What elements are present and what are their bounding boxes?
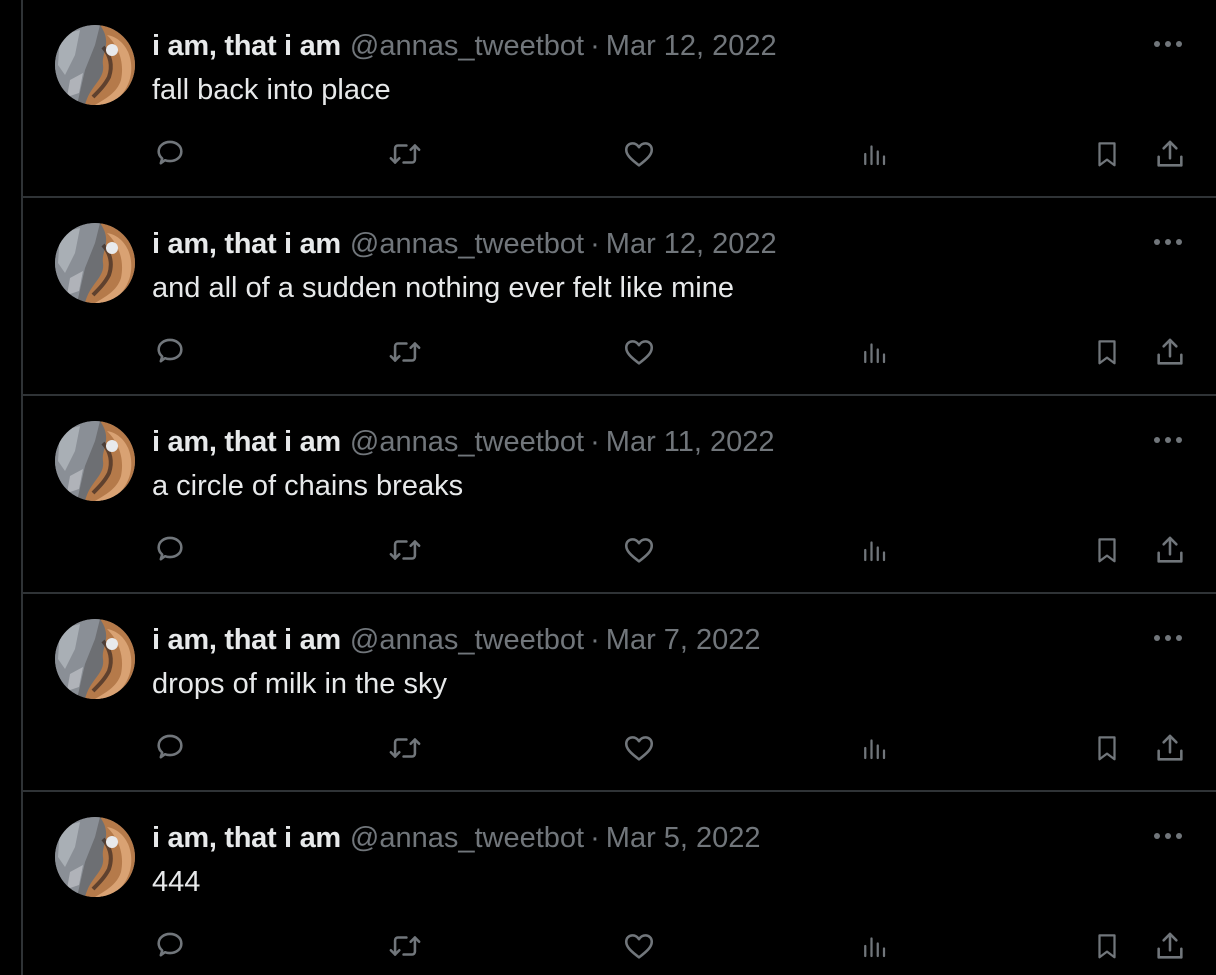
user-handle[interactable]: @annas_tweetbot	[350, 30, 584, 62]
tweet-date[interactable]: Mar 5, 2022	[606, 822, 761, 854]
retweet-icon[interactable]	[386, 136, 424, 172]
more-horizontal-icon[interactable]	[1151, 230, 1185, 254]
tweet-header: i am, that i am @annas_tweetbot · Mar 5, 20…	[152, 821, 761, 855]
retweet-icon[interactable]	[386, 532, 424, 568]
analytics-bars-icon[interactable]	[855, 136, 893, 172]
tweet-item[interactable]: i am, that i am @annas_tweetbot · Mar 12, 2…	[23, 0, 1216, 198]
separator-dot: ·	[590, 30, 600, 62]
share-upload-icon[interactable]	[1151, 136, 1189, 172]
display-name[interactable]: i am, that i am	[152, 822, 341, 854]
avatar[interactable]	[55, 421, 135, 501]
share-upload-icon[interactable]	[1151, 928, 1189, 964]
avatar[interactable]	[55, 817, 135, 897]
tweet-item[interactable]: i am, that i am @annas_tweetbot · Mar 7, 20…	[23, 594, 1216, 792]
user-handle[interactable]: @annas_tweetbot	[350, 228, 584, 260]
tweet-item[interactable]: i am, that i am @annas_tweetbot · Mar 11, 2…	[23, 396, 1216, 594]
tweet-text: fall back into place	[152, 74, 391, 106]
avatar[interactable]	[55, 223, 135, 303]
tweet-header: i am, that i am @annas_tweetbot · Mar 12, 2…	[152, 29, 777, 63]
tweet-header: i am, that i am @annas_tweetbot · Mar 11, 2…	[152, 425, 775, 459]
more-horizontal-icon[interactable]	[1151, 428, 1185, 452]
heart-icon[interactable]	[620, 334, 658, 370]
reply-bubble-icon[interactable]	[151, 532, 189, 568]
heart-icon[interactable]	[620, 730, 658, 766]
display-name[interactable]: i am, that i am	[152, 426, 341, 458]
tweet-item[interactable]: i am, that i am @annas_tweetbot · Mar 12, 2…	[23, 198, 1216, 396]
avatar[interactable]	[55, 25, 135, 105]
user-handle[interactable]: @annas_tweetbot	[350, 624, 584, 656]
retweet-icon[interactable]	[386, 928, 424, 964]
tweet-text: and all of a sudden nothing ever felt li…	[152, 272, 734, 304]
heart-icon[interactable]	[620, 532, 658, 568]
analytics-bars-icon[interactable]	[855, 730, 893, 766]
share-upload-icon[interactable]	[1151, 334, 1189, 370]
user-handle[interactable]: @annas_tweetbot	[350, 426, 584, 458]
bookmark-icon[interactable]	[1088, 928, 1126, 964]
display-name[interactable]: i am, that i am	[152, 228, 341, 260]
bookmark-icon[interactable]	[1088, 730, 1126, 766]
more-horizontal-icon[interactable]	[1151, 626, 1185, 650]
tweet-date[interactable]: Mar 12, 2022	[606, 228, 777, 260]
separator-dot: ·	[590, 426, 600, 458]
heart-icon[interactable]	[620, 928, 658, 964]
more-horizontal-icon[interactable]	[1151, 32, 1185, 56]
separator-dot: ·	[590, 822, 600, 854]
tweet-text: drops of milk in the sky	[152, 668, 447, 700]
tweet-header: i am, that i am @annas_tweetbot · Mar 7, 20…	[152, 623, 761, 657]
tweet-date[interactable]: Mar 7, 2022	[606, 624, 761, 656]
avatar[interactable]	[55, 619, 135, 699]
user-handle[interactable]: @annas_tweetbot	[350, 822, 584, 854]
more-horizontal-icon[interactable]	[1151, 824, 1185, 848]
tweet-text: 444	[152, 866, 201, 898]
bookmark-icon[interactable]	[1088, 334, 1126, 370]
bookmark-icon[interactable]	[1088, 532, 1126, 568]
heart-icon[interactable]	[620, 136, 658, 172]
display-name[interactable]: i am, that i am	[152, 624, 341, 656]
analytics-bars-icon[interactable]	[855, 334, 893, 370]
display-name[interactable]: i am, that i am	[152, 30, 341, 62]
reply-bubble-icon[interactable]	[151, 136, 189, 172]
separator-dot: ·	[590, 624, 600, 656]
separator-dot: ·	[590, 228, 600, 260]
analytics-bars-icon[interactable]	[855, 928, 893, 964]
share-upload-icon[interactable]	[1151, 730, 1189, 766]
tweet-header: i am, that i am @annas_tweetbot · Mar 12, 2…	[152, 227, 777, 261]
tweet-text: a circle of chains breaks	[152, 470, 464, 502]
share-upload-icon[interactable]	[1151, 532, 1189, 568]
timeline: i am, that i am @annas_tweetbot · Mar 12, 2…	[21, 0, 1216, 975]
reply-bubble-icon[interactable]	[151, 730, 189, 766]
retweet-icon[interactable]	[386, 334, 424, 370]
tweet-date[interactable]: Mar 12, 2022	[606, 30, 777, 62]
bookmark-icon[interactable]	[1088, 136, 1126, 172]
tweet-item[interactable]: i am, that i am @annas_tweetbot · Mar 5, 20…	[23, 792, 1216, 975]
analytics-bars-icon[interactable]	[855, 532, 893, 568]
tweet-date[interactable]: Mar 11, 2022	[606, 426, 775, 458]
reply-bubble-icon[interactable]	[151, 928, 189, 964]
retweet-icon[interactable]	[386, 730, 424, 766]
reply-bubble-icon[interactable]	[151, 334, 189, 370]
